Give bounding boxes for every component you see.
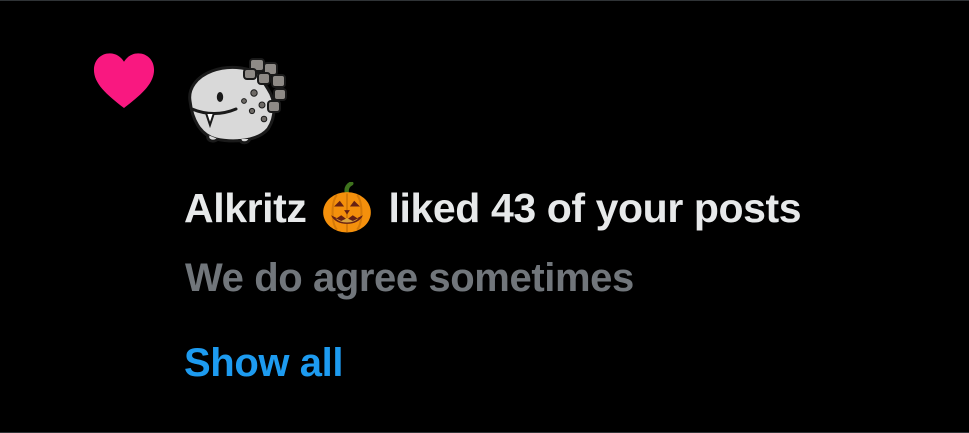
monster-avatar[interactable]: [184, 53, 290, 145]
action-text: liked 43 of your posts: [388, 184, 802, 231]
like-notification[interactable]: Alkritz liked 43 of your posts We do agr…: [0, 0, 969, 433]
heart-icon: [93, 53, 155, 108]
pumpkin-emoji-icon: [322, 182, 371, 233]
show-all-link[interactable]: Show all: [184, 338, 343, 388]
actor-name[interactable]: Alkritz: [184, 185, 307, 232]
notification-headline: Alkritz liked 43 of your posts: [184, 181, 802, 235]
post-preview-text[interactable]: We do agree sometimes: [185, 253, 634, 303]
